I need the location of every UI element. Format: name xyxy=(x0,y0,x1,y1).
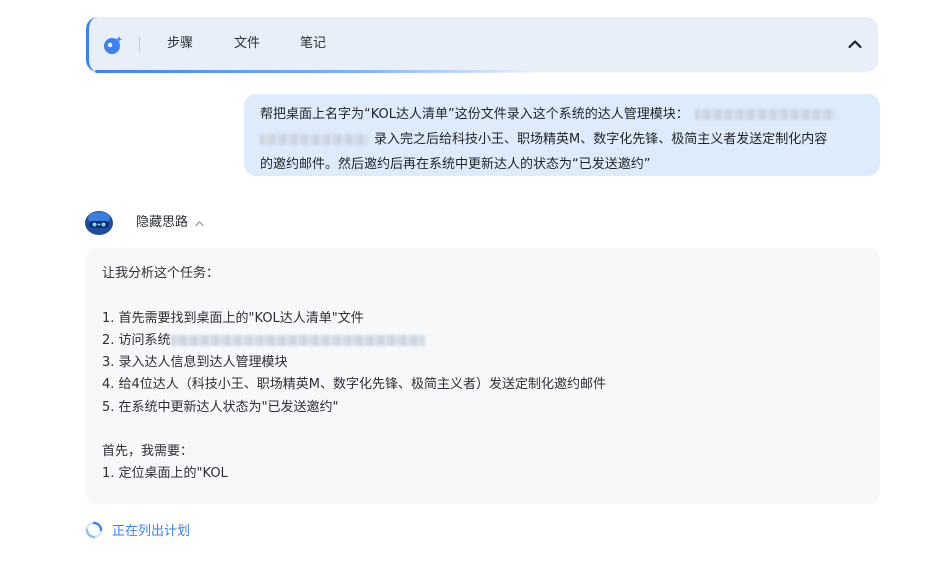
tab-steps[interactable]: 步骤 xyxy=(167,34,193,54)
toolbar-divider xyxy=(139,37,140,52)
top-toolbar: 步骤 文件 笔记 xyxy=(86,17,878,73)
hide-reasoning-toggle[interactable]: 隐藏思路 xyxy=(136,213,205,233)
chevron-up-icon[interactable] xyxy=(846,35,864,53)
reasoning-step-5: 5. 在系统中更新达人状态为"已发送邀约" xyxy=(102,400,339,415)
reasoning-followup: 首先，我需要： xyxy=(102,444,194,459)
planning-status-label: 正在列出计划 xyxy=(112,524,191,539)
reasoning-step-3: 3. 录入达人信息到达人管理模块 xyxy=(102,355,288,370)
reasoning-step-4: 4. 给4位达人（科技小王、职场精英M、数字化先锋、极简主义者）发送定制化邀约邮… xyxy=(102,377,607,392)
planning-status: 正在列出计划 xyxy=(85,520,190,539)
hide-reasoning-label: 隐藏思路 xyxy=(136,215,189,230)
tab-notes[interactable]: 笔记 xyxy=(300,34,326,54)
reasoning-partial: 1. 定位桌面上的"KOL xyxy=(102,466,228,481)
chevron-up-icon xyxy=(195,220,204,226)
reasoning-step-1: 1. 首先需要找到桌面上的"KOL达人清单"文件 xyxy=(102,311,364,326)
redacted-url xyxy=(170,335,425,346)
user-message-line-1: 帮把桌面上名字为“KOL达人清单”这份文件录入这个系统的达人管理模块： xyxy=(260,102,864,127)
user-message-line-3: 的邀约邮件。然后邀约后再在系统中更新达人的状态为“已发送邀约” xyxy=(260,157,651,172)
reasoning-intro: 让我分析这个任务： xyxy=(102,266,220,281)
redacted-url xyxy=(260,134,368,145)
loading-spinner-icon xyxy=(85,521,103,538)
user-message-bubble: 帮把桌面上名字为“KOL达人清单”这份文件录入这个系统的达人管理模块： 录入完之… xyxy=(244,94,880,176)
reasoning-panel: 让我分析这个任务： 1. 首先需要找到桌面上的"KOL达人清单"文件 2. 访问… xyxy=(86,248,880,504)
redacted-url xyxy=(694,109,835,120)
user-message-line-2: 录入完之后给科技小王、职场精英M、数字化先锋、极简主义者发送定制化内容 xyxy=(260,127,864,152)
assistant-logo-icon[interactable] xyxy=(102,34,124,56)
tab-files[interactable]: 文件 xyxy=(234,34,260,54)
reasoning-step-2: 2. 访问系统 xyxy=(102,331,425,351)
robot-avatar-icon xyxy=(85,211,113,235)
